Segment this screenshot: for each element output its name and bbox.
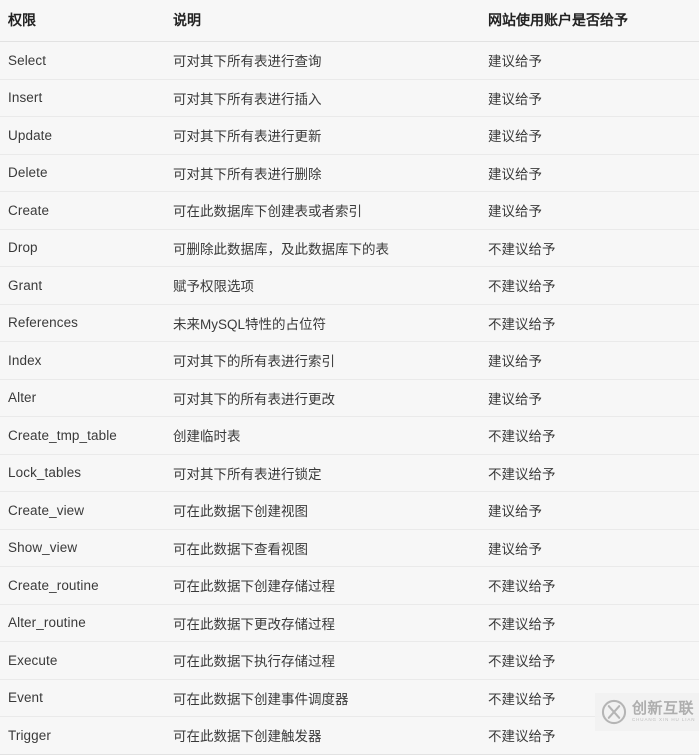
cell-desc: 可对其下所有表进行删除 [165,154,480,192]
cell-name: Show_view [0,529,165,567]
cell-grant: 建议给予 [480,42,699,80]
cell-grant: 建议给予 [480,79,699,117]
cell-grant: 不建议给予 [480,304,699,342]
cell-name: Create_tmp_table [0,417,165,455]
cell-name: Create_routine [0,567,165,605]
column-header-description: 说明 [165,0,480,42]
cell-desc: 赋予权限选项 [165,267,480,305]
column-header-privilege: 权限 [0,0,165,42]
table-row: Create可在此数据库下创建表或者索引建议给予 [0,192,699,230]
cell-desc: 可在此数据下创建存储过程 [165,567,480,605]
cell-desc: 可对其下的所有表进行索引 [165,342,480,380]
table-header: 权限 说明 网站使用账户是否给予 [0,0,699,42]
table-row: Create_view可在此数据下创建视图建议给予 [0,492,699,530]
cell-name: Insert [0,79,165,117]
cell-desc: 可在此数据下创建触发器 [165,717,480,755]
cell-desc: 可对其下所有表进行插入 [165,79,480,117]
cell-name: Execute [0,642,165,680]
cell-desc: 可在此数据库下创建表或者索引 [165,192,480,230]
table-row: Index可对其下的所有表进行索引建议给予 [0,342,699,380]
cell-name: Trigger [0,717,165,755]
cell-grant: 建议给予 [480,529,699,567]
cell-grant: 建议给予 [480,154,699,192]
cell-name: Lock_tables [0,454,165,492]
table-row: Lock_tables可对其下所有表进行锁定不建议给予 [0,454,699,492]
table-row: Insert可对其下所有表进行插入建议给予 [0,79,699,117]
cell-desc: 可在此数据下执行存储过程 [165,642,480,680]
cell-name: Grant [0,267,165,305]
cell-name: Index [0,342,165,380]
cell-desc: 可删除此数据库，及此数据库下的表 [165,229,480,267]
cell-grant: 不建议给予 [480,604,699,642]
cell-grant: 不建议给予 [480,454,699,492]
cell-desc: 可在此数据下创建视图 [165,492,480,530]
cell-name: Create [0,192,165,230]
column-header-grant-recommendation: 网站使用账户是否给予 [480,0,699,42]
cell-name: Select [0,42,165,80]
cell-grant: 不建议给予 [480,679,699,717]
table-row: Create_routine可在此数据下创建存储过程不建议给予 [0,567,699,605]
table-header-row: 权限 说明 网站使用账户是否给予 [0,0,699,42]
cell-grant: 不建议给予 [480,717,699,755]
table-row: Event可在此数据下创建事件调度器不建议给予 [0,679,699,717]
cell-desc: 可对其下所有表进行锁定 [165,454,480,492]
table-row: Create_tmp_table创建临时表不建议给予 [0,417,699,455]
cell-grant: 不建议给予 [480,567,699,605]
table-row: Execute可在此数据下执行存储过程不建议给予 [0,642,699,680]
table-row: References未来MySQL特性的占位符不建议给予 [0,304,699,342]
table-row: Trigger可在此数据下创建触发器不建议给予 [0,717,699,755]
cell-grant: 建议给予 [480,492,699,530]
cell-name: Delete [0,154,165,192]
mysql-privileges-table: 权限 说明 网站使用账户是否给予 Select可对其下所有表进行查询建议给予In… [0,0,699,755]
cell-grant: 建议给予 [480,117,699,155]
cell-desc: 可在此数据下创建事件调度器 [165,679,480,717]
cell-name: Create_view [0,492,165,530]
table-row: Drop可删除此数据库，及此数据库下的表不建议给予 [0,229,699,267]
cell-desc: 可在此数据下查看视图 [165,529,480,567]
cell-desc: 可在此数据下更改存储过程 [165,604,480,642]
cell-grant: 建议给予 [480,379,699,417]
cell-name: Event [0,679,165,717]
cell-grant: 建议给予 [480,192,699,230]
cell-desc: 未来MySQL特性的占位符 [165,304,480,342]
cell-desc: 可对其下所有表进行更新 [165,117,480,155]
table-row: Delete可对其下所有表进行删除建议给予 [0,154,699,192]
cell-name: Update [0,117,165,155]
table-row: Alter_routine可在此数据下更改存储过程不建议给予 [0,604,699,642]
cell-name: Alter [0,379,165,417]
table-row: Alter可对其下的所有表进行更改建议给予 [0,379,699,417]
cell-grant: 不建议给予 [480,417,699,455]
cell-name: Drop [0,229,165,267]
table-body: Select可对其下所有表进行查询建议给予Insert可对其下所有表进行插入建议… [0,42,699,755]
table-row: Show_view可在此数据下查看视图建议给予 [0,529,699,567]
cell-name: References [0,304,165,342]
cell-desc: 可对其下的所有表进行更改 [165,379,480,417]
cell-name: Alter_routine [0,604,165,642]
cell-grant: 建议给予 [480,342,699,380]
table-row: Update可对其下所有表进行更新建议给予 [0,117,699,155]
cell-desc: 创建临时表 [165,417,480,455]
cell-desc: 可对其下所有表进行查询 [165,42,480,80]
cell-grant: 不建议给予 [480,229,699,267]
cell-grant: 不建议给予 [480,267,699,305]
cell-grant: 不建议给予 [480,642,699,680]
table-row: Select可对其下所有表进行查询建议给予 [0,42,699,80]
table-row: Grant赋予权限选项不建议给予 [0,267,699,305]
